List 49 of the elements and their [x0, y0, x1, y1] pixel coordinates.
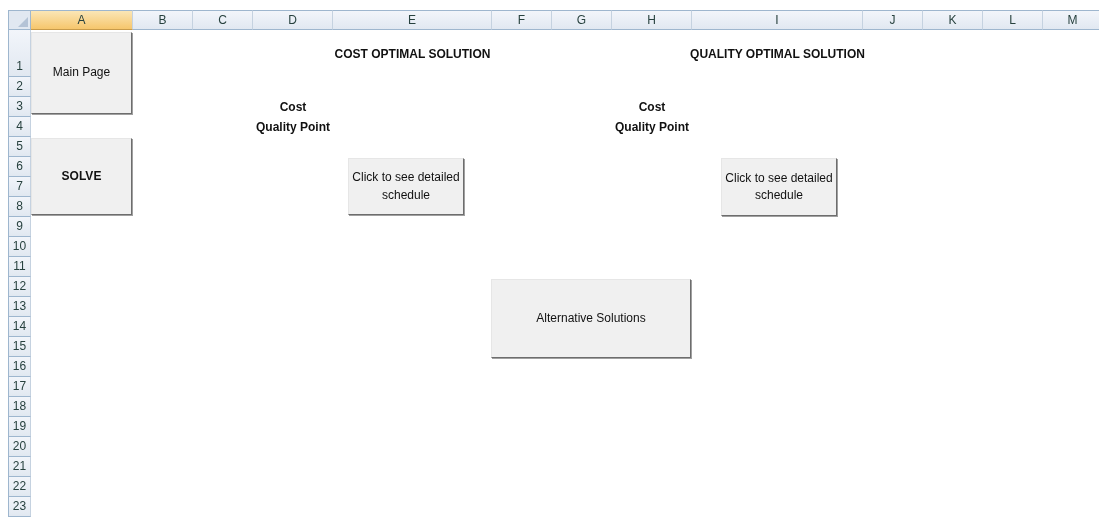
- field-label: Quality Point: [615, 119, 689, 136]
- schedule-button[interactable]: Click to see detailed schedule: [348, 158, 464, 215]
- row-header[interactable]: 1: [9, 30, 31, 77]
- row-header[interactable]: 16: [9, 357, 31, 377]
- row-header[interactable]: 19: [9, 417, 31, 437]
- solve-button[interactable]: SOLVE: [31, 138, 132, 215]
- row-header[interactable]: 23: [9, 497, 31, 517]
- row-header[interactable]: 14: [9, 317, 31, 337]
- select-all-corner[interactable]: [9, 10, 31, 30]
- row-header[interactable]: 12: [9, 277, 31, 297]
- column-header[interactable]: B: [133, 10, 193, 30]
- column-header[interactable]: K: [923, 10, 983, 30]
- field-label: Cost: [279, 99, 307, 116]
- column-header[interactable]: F: [492, 10, 552, 30]
- row-header[interactable]: 4: [9, 117, 31, 137]
- field-label: Quality Point: [256, 119, 330, 136]
- section-title: QUALITY OPTIMAL SOLUTION: [690, 45, 865, 63]
- column-header[interactable]: E: [333, 10, 492, 30]
- alternative-solutions-button[interactable]: Alternative Solutions: [491, 279, 691, 358]
- row-header[interactable]: 22: [9, 477, 31, 497]
- triangle-icon: [18, 17, 28, 27]
- row-header[interactable]: 2: [9, 77, 31, 97]
- row-header[interactable]: 10: [9, 237, 31, 257]
- column-header[interactable]: I: [692, 10, 863, 30]
- column-header[interactable]: C: [193, 10, 253, 30]
- row-header[interactable]: 11: [9, 257, 31, 277]
- row-header[interactable]: 17: [9, 377, 31, 397]
- row-header[interactable]: 18: [9, 397, 31, 417]
- column-header[interactable]: D: [253, 10, 333, 30]
- row-header[interactable]: 6: [9, 157, 31, 177]
- row-header[interactable]: 7: [9, 177, 31, 197]
- row-header[interactable]: 20: [9, 437, 31, 457]
- row-header[interactable]: 13: [9, 297, 31, 317]
- row-header[interactable]: 3: [9, 97, 31, 117]
- column-header[interactable]: L: [983, 10, 1043, 30]
- field-label: Cost: [638, 99, 666, 116]
- main-page-button[interactable]: Main Page: [31, 32, 132, 114]
- row-header[interactable]: 15: [9, 337, 31, 357]
- column-header[interactable]: H: [612, 10, 692, 30]
- column-header[interactable]: A: [31, 10, 133, 30]
- column-header[interactable]: M: [1043, 10, 1099, 30]
- section-title: COST OPTIMAL SOLUTION: [334, 45, 491, 63]
- row-header[interactable]: 5: [9, 137, 31, 157]
- schedule-button[interactable]: Click to see detailed schedule: [721, 158, 837, 216]
- column-header[interactable]: J: [863, 10, 923, 30]
- row-header[interactable]: 8: [9, 197, 31, 217]
- column-header[interactable]: G: [552, 10, 612, 30]
- row-header[interactable]: 21: [9, 457, 31, 477]
- row-header[interactable]: 9: [9, 217, 31, 237]
